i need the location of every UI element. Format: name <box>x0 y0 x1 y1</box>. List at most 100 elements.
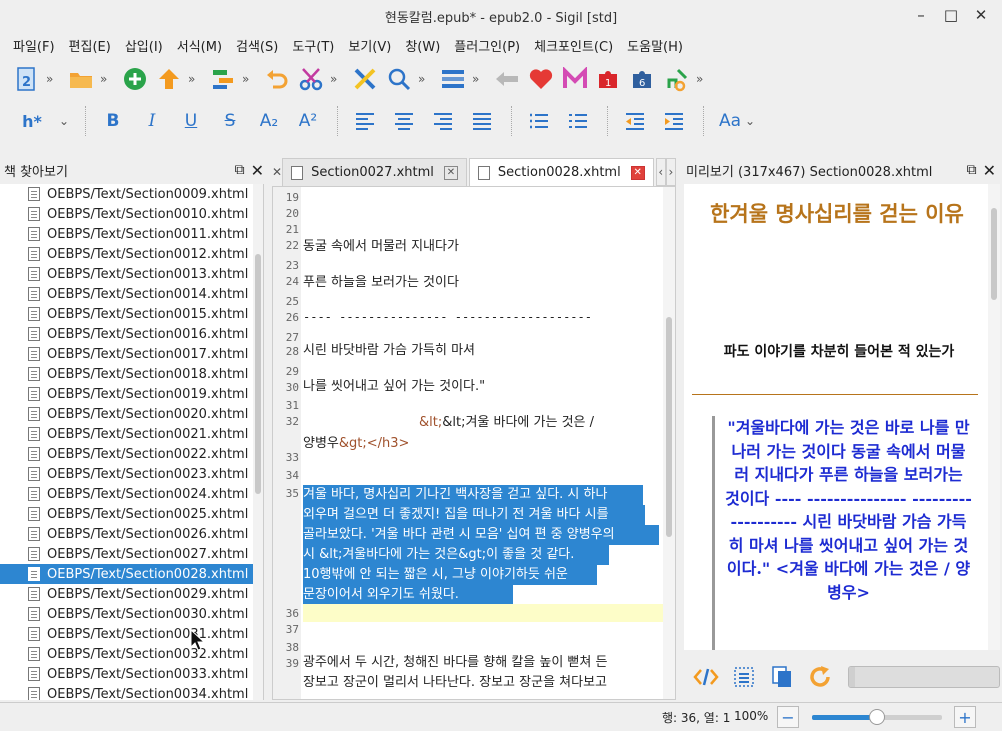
file-item[interactable]: OEBPS/Text/Section0014.xhtml <box>0 284 254 304</box>
menu-checkpoints[interactable]: 체크포인트(C) <box>527 36 620 55</box>
plugin-tool-icon[interactable] <box>662 64 692 94</box>
file-item[interactable]: OEBPS/Text/Section0026.xhtml <box>0 524 254 544</box>
toc-icon[interactable] <box>438 64 468 94</box>
bullet-list-icon[interactable] <box>523 106 555 136</box>
underline-button[interactable]: U <box>175 106 207 136</box>
chevron-down-icon[interactable]: ⌄ <box>745 114 759 128</box>
editor-scrollbar[interactable] <box>663 187 675 699</box>
code-line-32[interactable]: &lt;&lt;겨울 바다에 가는 것은 / <box>303 413 663 433</box>
selected-line[interactable]: 10행밖에 안 되는 짧은 시, 그냥 이야기하듯 쉬운 <box>303 565 597 585</box>
menu-format[interactable]: 서식(M) <box>170 36 229 55</box>
align-right-icon[interactable] <box>427 106 459 136</box>
menu-insert[interactable]: 삽입(I) <box>118 36 170 55</box>
align-center-icon[interactable] <box>388 106 420 136</box>
menu-plugins[interactable]: 플러그인(P) <box>447 36 527 55</box>
tab-section0027[interactable]: Section0027.xhtml ✕ <box>282 158 467 186</box>
file-item[interactable]: OEBPS/Text/Section0033.xhtml <box>0 664 254 684</box>
strikethrough-button[interactable]: S <box>214 106 246 136</box>
validate-icon[interactable] <box>350 64 380 94</box>
upload-icon[interactable] <box>154 64 184 94</box>
file-item[interactable]: OEBPS/Text/Section0029.xhtml <box>0 584 254 604</box>
split-icon[interactable] <box>208 64 238 94</box>
code-line-39[interactable]: 광주에서 두 시간, 청해진 바다를 향해 칼을 높이 뻗쳐 든 <box>303 653 663 673</box>
close-panel-icon[interactable]: ✕ <box>983 161 996 180</box>
new-book-icon[interactable]: 2 <box>12 64 42 94</box>
file-item[interactable]: OEBPS/Text/Section0023.xhtml <box>0 464 254 484</box>
chevron-down-icon[interactable]: ⌄ <box>59 114 73 128</box>
numbered-list-icon[interactable] <box>562 106 594 136</box>
scrollbar-thumb[interactable] <box>991 208 997 300</box>
selected-line[interactable]: 겨울 바다, 명사십리 기나긴 백사장을 걷고 싶다. 시 하나 <box>303 485 643 505</box>
close-panel-icon[interactable]: ✕ <box>251 161 264 180</box>
align-justify-icon[interactable] <box>466 106 498 136</box>
file-item[interactable]: OEBPS/Text/Section0022.xhtml <box>0 444 254 464</box>
zoom-out-button[interactable]: − <box>777 706 799 728</box>
minimize-button[interactable]: – <box>908 4 934 26</box>
toolbar-overflow-icon[interactable]: » <box>696 72 710 86</box>
back-icon[interactable] <box>492 64 522 94</box>
menu-tools[interactable]: 도구(T) <box>285 36 341 55</box>
plugin-6-icon[interactable]: 6 <box>628 64 658 94</box>
favorite-icon[interactable] <box>526 64 556 94</box>
heading-dropdown[interactable]: h* <box>12 106 52 136</box>
tab-prev-icon[interactable]: ‹ <box>655 158 666 186</box>
toolbar-overflow-icon[interactable]: » <box>46 72 60 86</box>
toolbar-overflow-icon[interactable]: » <box>472 72 486 86</box>
decrease-indent-icon[interactable] <box>619 106 651 136</box>
inspect-icon[interactable] <box>730 663 758 691</box>
file-item[interactable]: OEBPS/Text/Section0020.xhtml <box>0 404 254 424</box>
file-item[interactable]: OEBPS/Text/Section0021.xhtml <box>0 424 254 444</box>
code-line-26[interactable]: ---- --------------- ------------------- <box>303 307 663 327</box>
float-panel-icon[interactable]: ⧉ <box>235 162 245 178</box>
selected-line[interactable]: 골라보았다. '겨울 바다 관련 시 모음' 십여 편 중 양병우의 <box>303 525 659 545</box>
close-tab-icon[interactable]: ✕ <box>630 165 645 180</box>
change-case-button[interactable]: Aa <box>715 106 745 136</box>
increase-indent-icon[interactable] <box>658 106 690 136</box>
selected-line[interactable]: 외우며 걸으면 더 좋겠지! 집을 떠나기 전 겨울 바다 시를 <box>303 505 645 525</box>
selected-line[interactable]: 시 &lt;겨울바다에 가는 것은&gt;이 좋을 것 같다. <box>303 545 609 565</box>
add-file-icon[interactable] <box>120 64 150 94</box>
close-window-button[interactable]: ✕ <box>968 4 994 26</box>
zoom-slider-handle[interactable] <box>869 709 885 725</box>
scrollbar-thumb[interactable] <box>255 254 261 494</box>
code-editor[interactable]: 19 20 21 22 23 24 25 26 27 28 29 30 31 32 33 34 35 36 37 38… <box>272 186 676 700</box>
menu-window[interactable]: 창(W) <box>398 36 447 55</box>
file-item[interactable]: OEBPS/Text/Section0012.xhtml <box>0 244 254 264</box>
file-item[interactable]: OEBPS/Text/Section0032.xhtml <box>0 644 254 664</box>
tab-scroll-left-icon[interactable]: ✕ <box>272 158 282 186</box>
file-item[interactable]: OEBPS/Text/Section0028.xhtml <box>0 564 254 584</box>
file-item[interactable]: OEBPS/Text/Section0030.xhtml <box>0 604 254 624</box>
file-item[interactable]: OEBPS/Text/Section0019.xhtml <box>0 384 254 404</box>
zoom-slider[interactable] <box>812 709 942 725</box>
file-item[interactable]: OEBPS/Text/Section0009.xhtml <box>0 184 254 204</box>
browser-scrollbar[interactable] <box>253 184 263 700</box>
float-panel-icon[interactable]: ⧉ <box>967 162 977 178</box>
file-item[interactable]: OEBPS/Text/Section0024.xhtml <box>0 484 254 504</box>
menu-search[interactable]: 검색(S) <box>229 36 285 55</box>
code-line-30[interactable]: 나를 씻어내고 싶어 가는 것이다." <box>303 377 663 397</box>
toolbar-overflow-icon[interactable]: » <box>330 72 344 86</box>
meta-icon[interactable] <box>560 64 590 94</box>
align-left-icon[interactable] <box>349 106 381 136</box>
preview-pane[interactable]: 한겨울 명사십리를 걷는 이유 파도 이야기를 차분히 들어본 적 있는가 "겨… <box>684 184 1000 650</box>
code-line-39-wrap[interactable]: 장보고 장군이 멀리서 나타난다. 장보고 장군을 쳐다보고 <box>303 673 663 693</box>
file-item[interactable]: OEBPS/Text/Section0010.xhtml <box>0 204 254 224</box>
maximize-button[interactable]: □ <box>938 4 964 26</box>
preview-scrollbar[interactable] <box>988 184 1000 650</box>
file-item[interactable]: OEBPS/Text/Section0034.xhtml <box>0 684 254 700</box>
search-icon[interactable] <box>384 64 414 94</box>
code-line-24[interactable]: 푸른 하늘을 보러가는 것이다 <box>303 273 663 293</box>
scrollbar-thumb[interactable] <box>666 317 672 537</box>
menu-file[interactable]: 파일(F) <box>6 36 62 55</box>
code-line-32-wrap[interactable]: 양병우&gt;</h3> <box>303 434 663 454</box>
italic-button[interactable]: I <box>136 106 168 136</box>
tab-section0028[interactable]: Section0028.xhtml ✕ <box>468 158 654 186</box>
open-folder-icon[interactable] <box>66 64 96 94</box>
code-line-28[interactable]: 시린 바닷바람 가슴 가득히 마셔 <box>303 341 663 361</box>
code-line-22[interactable]: 동굴 속에서 머물러 지내다가 <box>303 237 663 257</box>
zoom-in-button[interactable]: + <box>954 706 976 728</box>
refresh-icon[interactable] <box>806 663 834 691</box>
plugin-1-icon[interactable]: 1 <box>594 64 624 94</box>
file-item[interactable]: OEBPS/Text/Section0017.xhtml <box>0 344 254 364</box>
toolbar-overflow-icon[interactable]: » <box>100 72 114 86</box>
